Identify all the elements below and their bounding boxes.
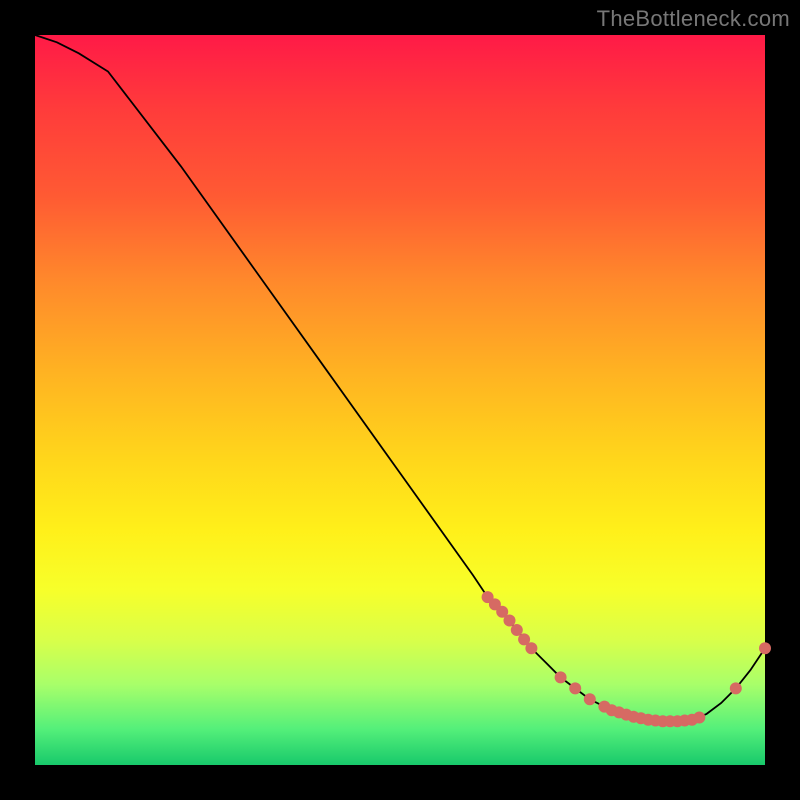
data-point: [730, 682, 742, 694]
plot-area: [35, 35, 765, 765]
data-point: [555, 671, 567, 683]
data-point: [511, 624, 523, 636]
data-point: [693, 712, 705, 724]
data-markers: [482, 591, 771, 727]
data-point: [584, 693, 596, 705]
watermark-text: TheBottleneck.com: [597, 6, 790, 32]
bottleneck-curve: [35, 35, 765, 721]
data-point: [569, 682, 581, 694]
chart-svg: [35, 35, 765, 765]
data-point: [525, 642, 537, 654]
data-point: [504, 615, 516, 627]
chart-frame: TheBottleneck.com: [0, 0, 800, 800]
data-point: [759, 642, 771, 654]
